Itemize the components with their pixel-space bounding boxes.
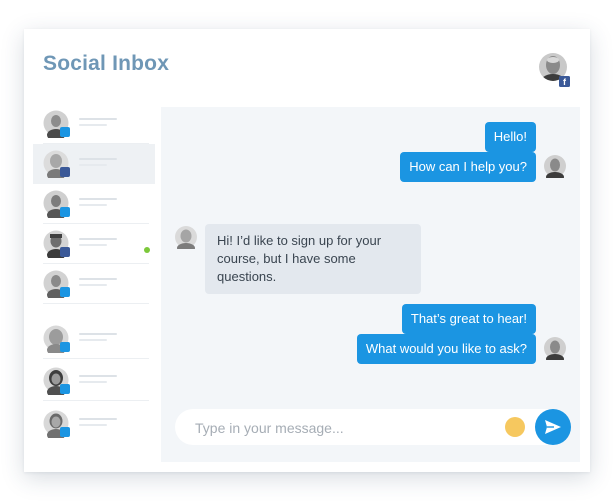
- twitter-badge-icon: [60, 427, 70, 437]
- emoji-icon[interactable]: [505, 417, 525, 437]
- user-avatar-icon: f: [539, 53, 570, 87]
- page-title: Social Inbox: [43, 52, 170, 75]
- social-inbox-window: Social Inbox f Hello! How can I help you…: [24, 29, 590, 472]
- user-avatar-icon: [43, 270, 70, 298]
- user-avatar-icon: [43, 230, 70, 258]
- conversation-item[interactable]: [33, 224, 155, 264]
- conversation-item[interactable]: [33, 404, 155, 444]
- user-avatar-icon: [43, 110, 70, 138]
- chat-panel: Hello! How can I help you? Hi! I’d like …: [161, 107, 580, 462]
- twitter-badge-icon: [60, 342, 70, 352]
- agent-avatar-icon: [544, 155, 566, 178]
- user-avatar-icon: [43, 150, 70, 178]
- agent-avatar-icon: [544, 337, 566, 360]
- user-avatar-icon: [43, 325, 70, 353]
- user-avatar-icon: [43, 367, 70, 395]
- twitter-badge-icon: [60, 207, 70, 217]
- online-status-dot: [144, 247, 150, 253]
- message-bubble-outgoing: Hello!: [484, 122, 536, 152]
- twitter-badge-icon: [60, 127, 70, 137]
- message-bubble-incoming: Hi! I’d like to sign up for your course,…: [205, 224, 421, 294]
- conversation-item[interactable]: [33, 184, 155, 224]
- user-avatar-icon: [43, 410, 70, 438]
- send-button[interactable]: [535, 409, 571, 445]
- conversation-item[interactable]: [33, 361, 155, 401]
- conversation-item-active[interactable]: [33, 144, 155, 184]
- conversation-list: [33, 104, 155, 472]
- conversation-item[interactable]: [33, 104, 155, 144]
- message-bubble-outgoing: How can I help you?: [400, 152, 536, 182]
- message-input[interactable]: [193, 417, 497, 439]
- user-avatar-icon: [43, 190, 70, 218]
- facebook-badge-icon: [60, 167, 70, 177]
- twitter-badge-icon: [60, 384, 70, 394]
- twitter-badge-icon: [60, 287, 70, 297]
- conversation-item[interactable]: [33, 319, 155, 359]
- customer-avatar-icon: [175, 226, 197, 249]
- message-bubble-outgoing: That’s great to hear!: [401, 304, 536, 334]
- send-icon: [545, 420, 561, 434]
- current-user-avatar[interactable]: f: [539, 51, 571, 87]
- message-composer: [175, 409, 571, 445]
- message-bubble-outgoing: What would you like to ask?: [356, 334, 536, 364]
- conversation-item[interactable]: [33, 264, 155, 304]
- facebook-badge-icon: [60, 247, 70, 257]
